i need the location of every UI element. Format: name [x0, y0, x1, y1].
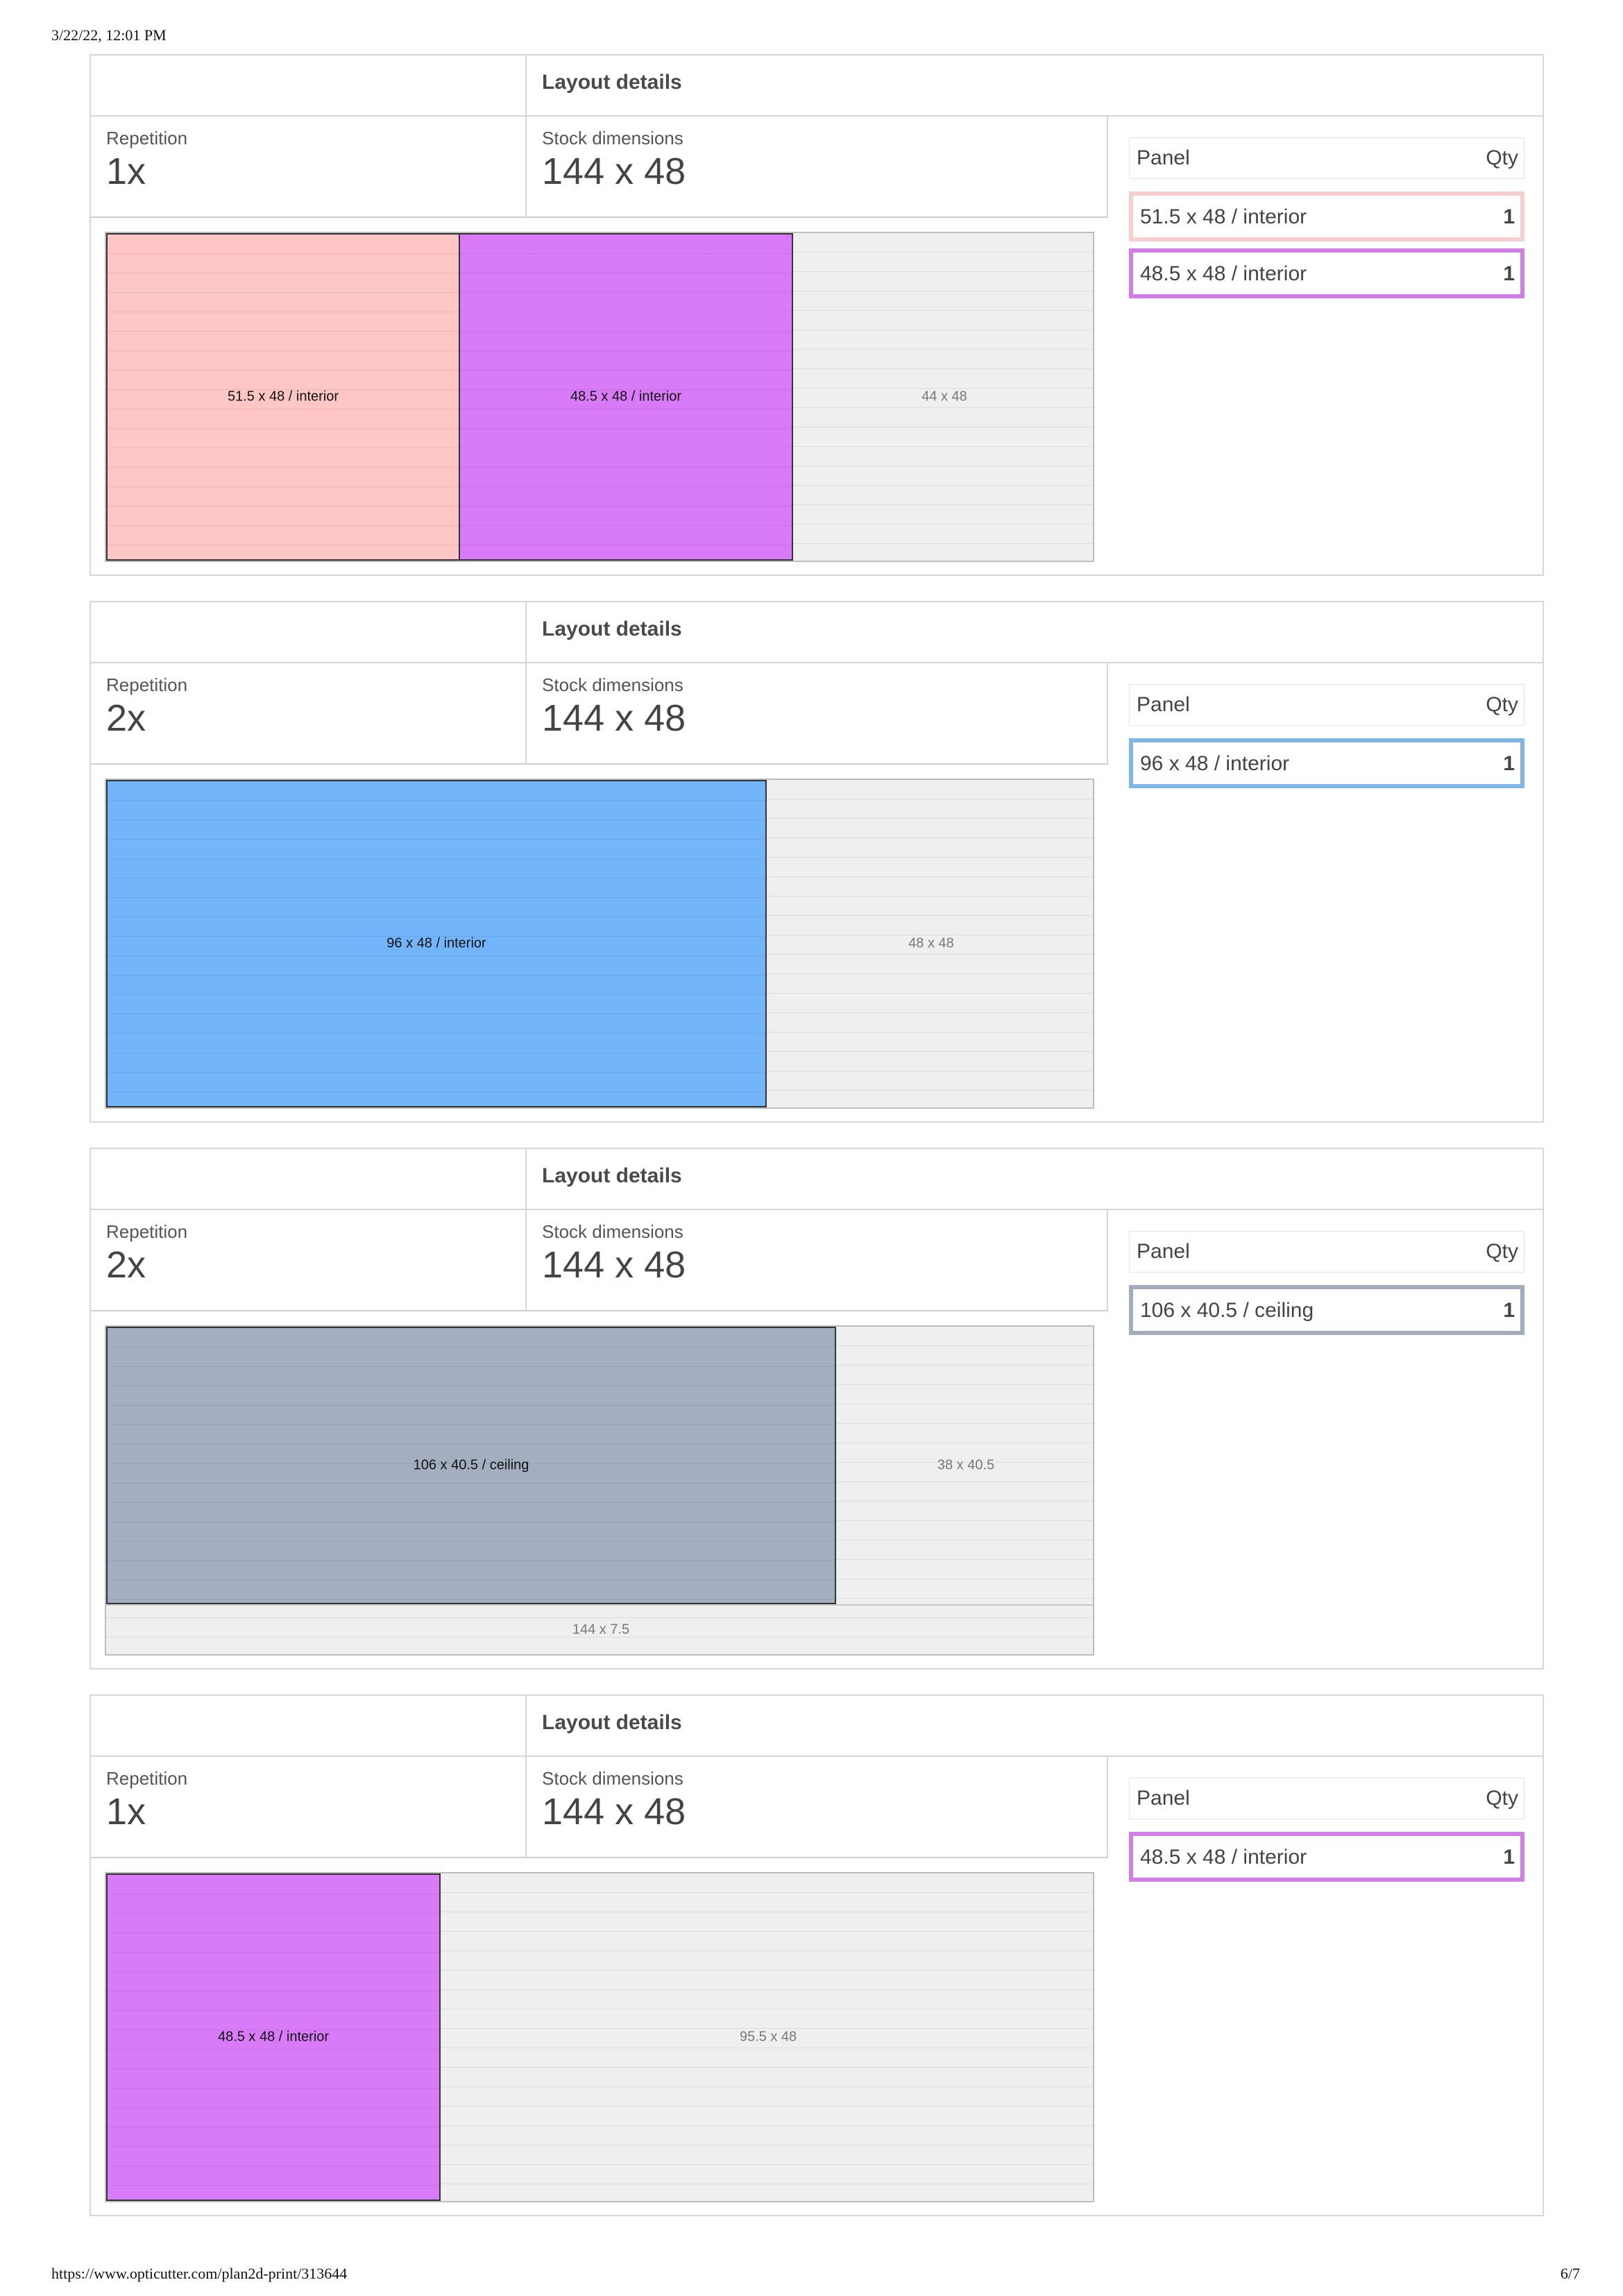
repetition-cell: Repetition 2x [91, 663, 527, 765]
stock-dimensions-cell: Stock dimensions 144 x 48 [527, 663, 1108, 765]
qty-column-header: Qty [1486, 146, 1518, 169]
waste-area: 38 x 40.5 [836, 1327, 1093, 1604]
panel-column-header: Panel [1137, 693, 1190, 716]
panel-item-label: 51.5 x 48 / interior [1140, 205, 1307, 228]
repetition-label: Repetition [106, 674, 188, 695]
cut-piece-label: 51.5 x 48 / interior [227, 389, 339, 405]
layout-block: Layout details Repetition 2x Stock dimen… [90, 601, 1544, 1123]
cut-piece: 96 x 48 / interior [106, 780, 767, 1107]
layout-title-row: Layout details [91, 1696, 1543, 1757]
repetition-value: 1x [106, 1791, 146, 1832]
waste-area: 44 x 48 [793, 233, 1093, 561]
cutting-diagram: 51.5 x 48 / interior 48.5 x 48 / interio… [105, 232, 1094, 562]
panel-column-header: Panel [1137, 1240, 1190, 1263]
stock-dimensions-label: Stock dimensions [542, 128, 683, 148]
panel-item-label: 106 x 40.5 / ceiling [1140, 1299, 1314, 1322]
stock-dimensions-value: 144 x 48 [542, 1244, 686, 1286]
title-spacer-cell [91, 56, 527, 115]
panel-item: 48.5 x 48 / interior 1 [1129, 1832, 1524, 1882]
panel-list: Panel Qty 96 x 48 / interior 1 [1108, 663, 1544, 1123]
panel-list-header: Panel Qty [1129, 1778, 1524, 1819]
qty-column-header: Qty [1486, 1787, 1518, 1810]
repetition-cell: Repetition 1x [91, 1757, 527, 1858]
panel-item: 106 x 40.5 / ceiling 1 [1129, 1285, 1524, 1335]
waste-area: 144 x 7.5 [106, 1604, 1093, 1654]
print-timestamp: 3/22/22, 12:01 PM [51, 26, 167, 44]
stock-dimensions-label: Stock dimensions [542, 674, 683, 695]
repetition-value: 2x [106, 697, 146, 739]
panel-item-qty: 1 [1503, 205, 1515, 228]
waste-area-label: 144 x 7.5 [572, 1622, 630, 1638]
repetition-label: Repetition [106, 1221, 188, 1242]
layout-title-row: Layout details [91, 1149, 1543, 1210]
panel-list-header: Panel Qty [1129, 684, 1524, 726]
repetition-value: 2x [106, 1244, 146, 1286]
layout-title: Layout details [542, 71, 682, 94]
layout-title: Layout details [542, 618, 682, 640]
layout-title: Layout details [542, 1164, 682, 1187]
title-spacer-cell [91, 1149, 527, 1209]
panel-list: Panel Qty 106 x 40.5 / ceiling 1 [1108, 1210, 1544, 1669]
cutting-diagram: 48.5 x 48 / interior 95.5 x 48 [105, 1872, 1094, 2202]
stock-dimensions-label: Stock dimensions [542, 1221, 683, 1242]
cut-piece-label: 106 x 40.5 / ceiling [413, 1457, 529, 1473]
panel-item-label: 48.5 x 48 / interior [1140, 262, 1307, 285]
cut-piece-label: 48.5 x 48 / interior [570, 389, 682, 405]
stock-dimensions-cell: Stock dimensions 144 x 48 [527, 1210, 1108, 1311]
cut-piece: 51.5 x 48 / interior [106, 233, 460, 561]
cut-piece: 48.5 x 48 / interior [106, 1873, 441, 2201]
cut-piece: 48.5 x 48 / interior [459, 233, 793, 561]
layout-block: Layout details Repetition 1x Stock dimen… [90, 1694, 1544, 2216]
repetition-value: 1x [106, 151, 146, 192]
waste-area-label: 95.5 x 48 [739, 2029, 797, 2045]
layout-title: Layout details [542, 1711, 682, 1734]
layout-block: Layout details Repetition 2x Stock dimen… [90, 1148, 1544, 1669]
qty-column-header: Qty [1486, 1240, 1518, 1263]
print-url: https://www.opticutter.com/plan2d-print/… [51, 2265, 348, 2282]
panel-item: 96 x 48 / interior 1 [1129, 738, 1524, 788]
title-spacer-cell [91, 602, 527, 662]
cut-piece-label: 48.5 x 48 / interior [217, 2029, 330, 2045]
panel-item-qty: 1 [1503, 262, 1515, 285]
waste-area-label: 44 x 48 [921, 389, 967, 405]
panel-column-header: Panel [1137, 1787, 1190, 1810]
layout-title-row: Layout details [91, 602, 1543, 663]
panel-item-label: 48.5 x 48 / interior [1140, 1846, 1307, 1869]
qty-column-header: Qty [1486, 693, 1518, 716]
panel-item: 51.5 x 48 / interior 1 [1129, 192, 1524, 241]
cut-piece-label: 96 x 48 / interior [386, 935, 486, 951]
page-number: 6/7 [1560, 2265, 1580, 2282]
repetition-cell: Repetition 1x [91, 117, 527, 218]
panel-item-qty: 1 [1503, 1846, 1515, 1869]
panel-list-header: Panel Qty [1129, 137, 1524, 179]
layout-block: Layout details Repetition 1x Stock dimen… [90, 54, 1544, 576]
waste-area-label: 48 x 48 [908, 935, 954, 951]
panel-list: Panel Qty 48.5 x 48 / interior 1 [1108, 1757, 1544, 2216]
panel-item-qty: 1 [1503, 752, 1515, 775]
cutting-diagram: 106 x 40.5 / ceiling 38 x 40.5 144 x 7.5 [105, 1325, 1094, 1656]
cut-piece: 106 x 40.5 / ceiling [106, 1327, 836, 1604]
repetition-label: Repetition [106, 1768, 188, 1789]
stock-dimensions-cell: Stock dimensions 144 x 48 [527, 1757, 1108, 1858]
stock-dimensions-value: 144 x 48 [542, 697, 686, 739]
title-spacer-cell [91, 1696, 527, 1755]
stock-dimensions-cell: Stock dimensions 144 x 48 [527, 117, 1108, 218]
cutting-diagram: 96 x 48 / interior 48 x 48 [105, 779, 1094, 1109]
panel-list-header: Panel Qty [1129, 1231, 1524, 1273]
repetition-cell: Repetition 2x [91, 1210, 527, 1311]
waste-area-label: 38 x 40.5 [937, 1457, 995, 1473]
panel-item-qty: 1 [1503, 1299, 1515, 1322]
stock-dimensions-value: 144 x 48 [542, 151, 686, 192]
panel-item-label: 96 x 48 / interior [1140, 752, 1290, 775]
waste-area: 48 x 48 [767, 780, 1093, 1107]
repetition-label: Repetition [106, 128, 188, 148]
stock-dimensions-label: Stock dimensions [542, 1768, 683, 1789]
stock-dimensions-value: 144 x 48 [542, 1791, 686, 1832]
panel-list: Panel Qty 51.5 x 48 / interior 1 48.5 x … [1108, 117, 1544, 576]
panel-item: 48.5 x 48 / interior 1 [1129, 248, 1524, 298]
waste-area: 95.5 x 48 [441, 1873, 1093, 2201]
layout-title-row: Layout details [91, 56, 1543, 117]
panel-column-header: Panel [1137, 146, 1190, 169]
